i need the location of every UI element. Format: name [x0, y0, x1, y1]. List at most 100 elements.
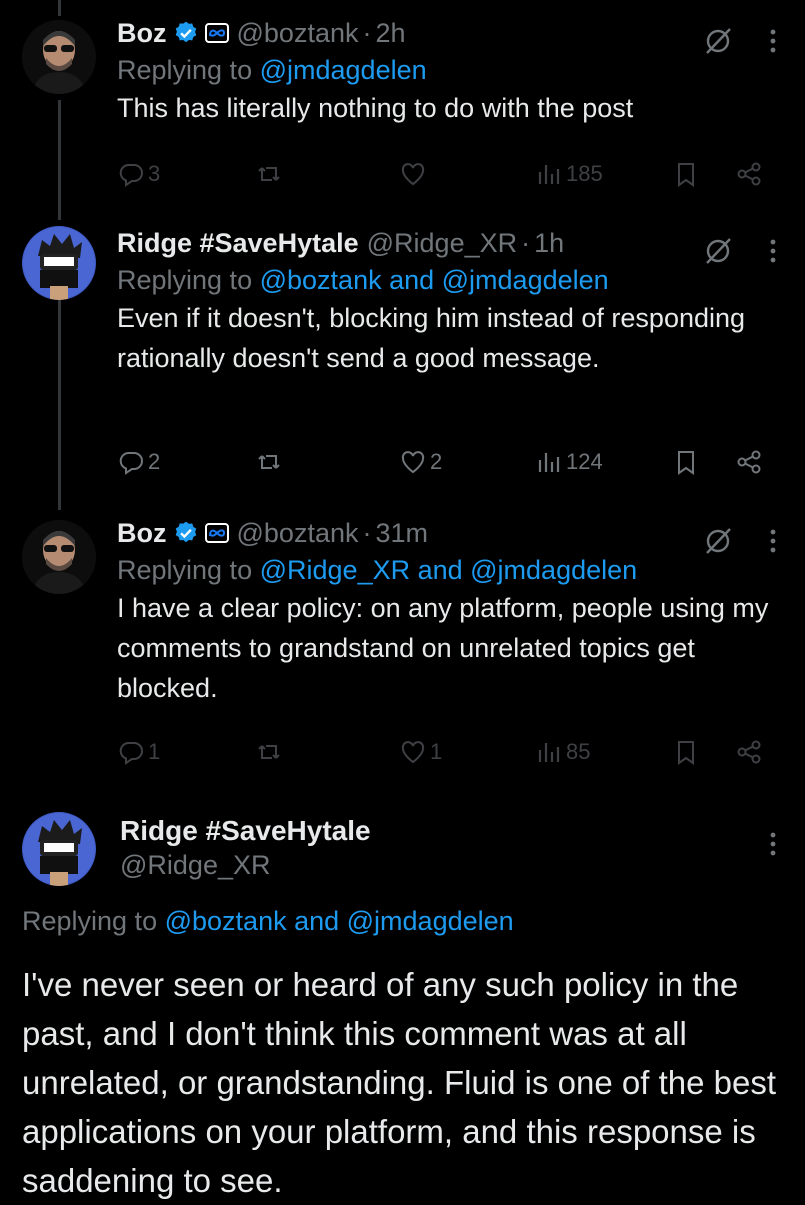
view-count: 124: [566, 449, 603, 474]
tweet-header: Boz @boztank · 31m: [117, 516, 785, 550]
tweet-text: I have a clear policy: on any platform, …: [117, 593, 769, 703]
avatar-boz-image: [22, 520, 96, 594]
tweet-header: Ridge #SaveHytale @Ridge_XR · 1h: [117, 226, 785, 260]
like-icon: [401, 451, 425, 474]
share-button[interactable]: [735, 448, 763, 476]
timestamp[interactable]: 1h: [534, 228, 564, 259]
meta-logo-icon: [204, 23, 229, 43]
retweet-icon: [258, 745, 280, 759]
tweet-top-icons: [703, 526, 777, 556]
like-icon: [401, 741, 425, 764]
display-name[interactable]: Boz: [117, 518, 167, 549]
like-button[interactable]: 1: [399, 738, 442, 766]
display-name[interactable]: Ridge #SaveHytale: [120, 815, 371, 847]
avatar-boz-image: [22, 20, 96, 94]
bookmark-icon: [678, 741, 694, 765]
avatar[interactable]: [22, 520, 96, 594]
display-name[interactable]: Boz: [117, 18, 167, 49]
thread-line: [58, 0, 61, 16]
avatar-ridge-image: [22, 226, 96, 300]
action-bar: 3 185: [117, 160, 777, 194]
reply-mentions[interactable]: @boztank and @jmdagdelen: [165, 906, 514, 936]
reply-mentions[interactable]: @jmdagdelen: [260, 55, 427, 85]
reply-mentions[interactable]: @boztank and @jmdagdelen: [260, 265, 609, 295]
share-icon: [737, 740, 761, 764]
more-icon[interactable]: [769, 830, 777, 858]
view-count: 185: [566, 161, 603, 186]
share-icon: [737, 162, 761, 186]
verified-badge-icon: [175, 21, 196, 43]
bookmark-button[interactable]: [672, 448, 700, 476]
meta-logo-icon: [204, 523, 229, 543]
bookmark-button[interactable]: [672, 738, 700, 766]
tweet[interactable]: Boz @boztank · 2h Replying to @jmdagdele…: [0, 16, 805, 196]
retweet-button[interactable]: [255, 738, 286, 766]
views-icon: [538, 743, 560, 762]
view-count: 85: [566, 739, 591, 764]
like-button[interactable]: [399, 160, 430, 188]
reply-icon: [119, 164, 143, 187]
views-button[interactable]: 185: [535, 160, 603, 188]
tweet-text: I've never seen or heard of any such pol…: [22, 966, 776, 1199]
avatar[interactable]: [22, 226, 96, 300]
share-button[interactable]: [735, 738, 763, 766]
retweet-icon: [258, 167, 280, 181]
retweet-button[interactable]: [255, 160, 286, 188]
verified-badge-icon: [175, 521, 196, 543]
handle[interactable]: @boztank: [237, 18, 359, 49]
tweet-top-icons: [703, 26, 777, 56]
separator: ·: [362, 17, 372, 48]
more-icon[interactable]: [769, 27, 777, 55]
reply-mentions[interactable]: @Ridge_XR and @jmdagdelen: [260, 555, 638, 585]
separator: ·: [521, 227, 531, 258]
reply-count: 1: [148, 739, 161, 764]
avatar[interactable]: [22, 20, 96, 94]
share-icon: [737, 450, 761, 474]
bookmark-button[interactable]: [672, 160, 700, 188]
replying-to-label: Replying to: [117, 55, 253, 85]
reply-icon: [119, 452, 143, 475]
handle[interactable]: @Ridge_XR: [367, 228, 517, 259]
replying-to-label: Replying to: [117, 265, 253, 295]
bookmark-icon: [678, 163, 694, 187]
share-button[interactable]: [735, 160, 763, 188]
grok-icon[interactable]: [703, 236, 733, 266]
timestamp[interactable]: 2h: [375, 18, 405, 49]
reply-count: 3: [148, 161, 161, 186]
avatar[interactable]: [22, 812, 96, 886]
separator: ·: [362, 517, 372, 548]
reply-button[interactable]: 1: [117, 738, 160, 766]
tweet[interactable]: Ridge #SaveHytale @Ridge_XR · 1h Replyin…: [0, 226, 805, 496]
like-button[interactable]: 2: [399, 448, 442, 476]
views-icon: [538, 165, 560, 184]
retweet-button[interactable]: [255, 448, 286, 476]
display-name[interactable]: Ridge #SaveHytale: [117, 228, 359, 259]
more-icon[interactable]: [769, 527, 777, 555]
tweet-text: Even if it doesn't, blocking him instead…: [117, 303, 746, 373]
tweet-header: Boz @boztank · 2h: [117, 16, 785, 50]
reply-icon: [119, 742, 143, 765]
avatar-ridge-image: [22, 812, 96, 886]
like-icon: [401, 163, 425, 186]
handle[interactable]: @Ridge_XR: [120, 850, 270, 881]
timestamp[interactable]: 31m: [375, 518, 428, 549]
views-button[interactable]: 124: [535, 448, 603, 476]
reply-button[interactable]: 3: [117, 160, 160, 188]
replying-to: Replying to @Ridge_XR and @jmdagdelen: [117, 555, 785, 586]
tweet[interactable]: Boz @boztank · 31m Replying to @Ridge_XR…: [0, 516, 805, 786]
replying-to: Replying to @boztank and @jmdagdelen: [22, 906, 514, 937]
action-bar: 2 2 124: [117, 448, 777, 482]
views-button[interactable]: 85: [535, 738, 590, 766]
replying-to-label: Replying to: [22, 906, 158, 936]
reply-button[interactable]: 2: [117, 448, 160, 476]
handle[interactable]: @boztank: [237, 518, 359, 549]
replying-to: Replying to @boztank and @jmdagdelen: [117, 265, 785, 296]
bookmark-icon: [678, 451, 694, 475]
grok-icon[interactable]: [703, 526, 733, 556]
grok-icon[interactable]: [703, 26, 733, 56]
retweet-icon: [258, 455, 280, 469]
more-icon[interactable]: [769, 237, 777, 265]
replying-to: Replying to @jmdagdelen: [117, 55, 785, 86]
reply-count: 2: [148, 449, 161, 474]
tweet-text: This has literally nothing to do with th…: [117, 93, 634, 123]
